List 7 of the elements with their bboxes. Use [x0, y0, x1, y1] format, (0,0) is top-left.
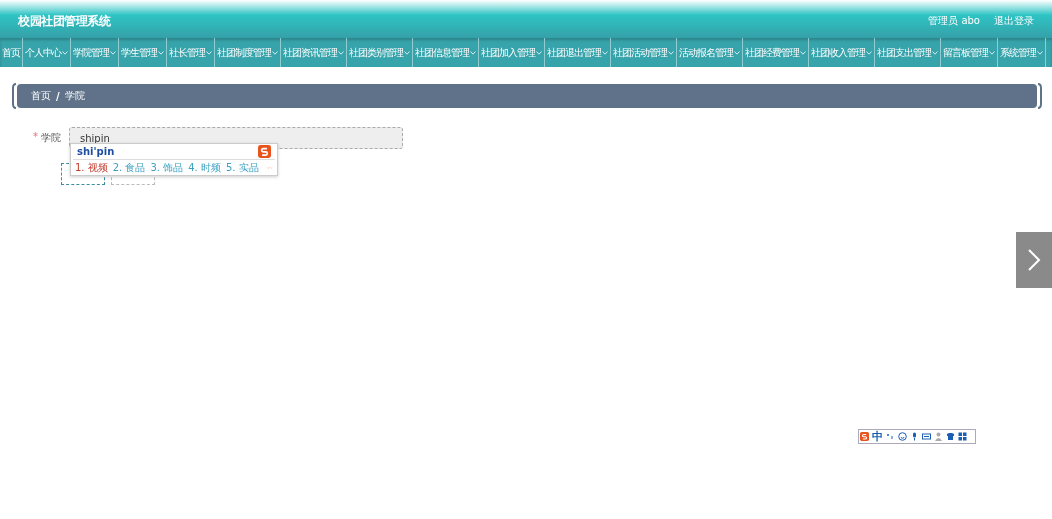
ime-composition: shi'pin — [77, 146, 115, 157]
user-name: 管理员 abo — [928, 14, 980, 28]
field-label: 学院 — [41, 131, 61, 145]
breadcrumb-separator: / — [56, 90, 60, 102]
required-mark: * — [33, 131, 38, 144]
app-title: 校园社团管理系统 — [18, 12, 110, 30]
breadcrumb-item: 学院 — [64, 89, 85, 103]
